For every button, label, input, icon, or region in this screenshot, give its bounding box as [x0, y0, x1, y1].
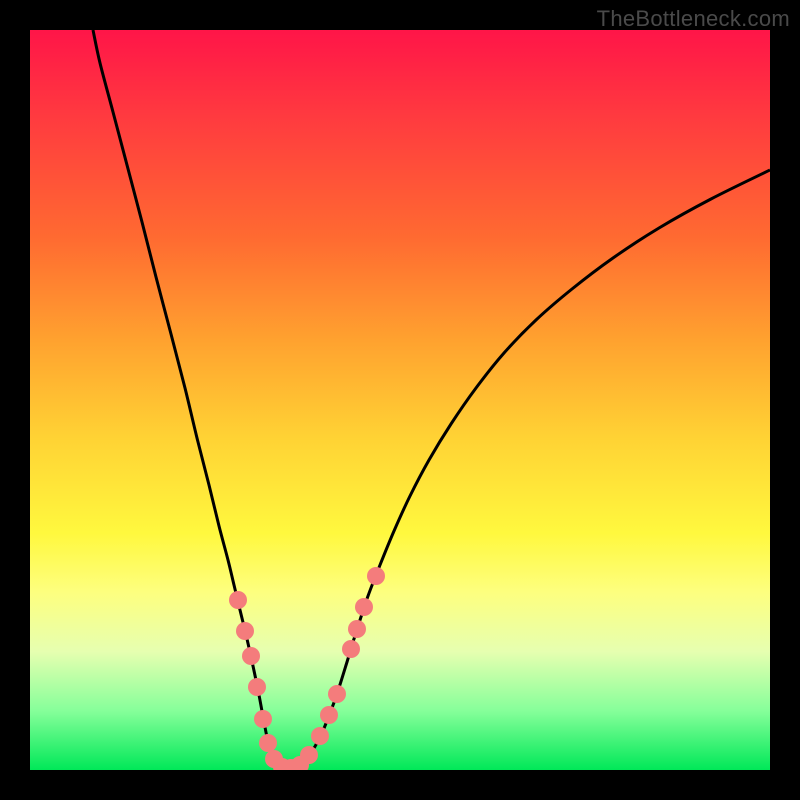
curve-marker: [328, 685, 346, 703]
curve-marker: [229, 591, 247, 609]
curve-marker: [348, 620, 366, 638]
curve-marker: [248, 678, 266, 696]
curve-marker: [342, 640, 360, 658]
curve-marker: [236, 622, 254, 640]
curve-marker: [311, 727, 329, 745]
chart-container: TheBottleneck.com: [0, 0, 800, 800]
curve-marker: [242, 647, 260, 665]
curve-marker: [254, 710, 272, 728]
curve-marker: [367, 567, 385, 585]
watermark-text: TheBottleneck.com: [597, 6, 790, 32]
curve-marker: [300, 746, 318, 764]
curve-svg: [30, 30, 770, 770]
bottleneck-curve: [93, 30, 770, 769]
plot-area: [30, 30, 770, 770]
curve-marker: [320, 706, 338, 724]
curve-marker: [259, 734, 277, 752]
curve-marker: [355, 598, 373, 616]
